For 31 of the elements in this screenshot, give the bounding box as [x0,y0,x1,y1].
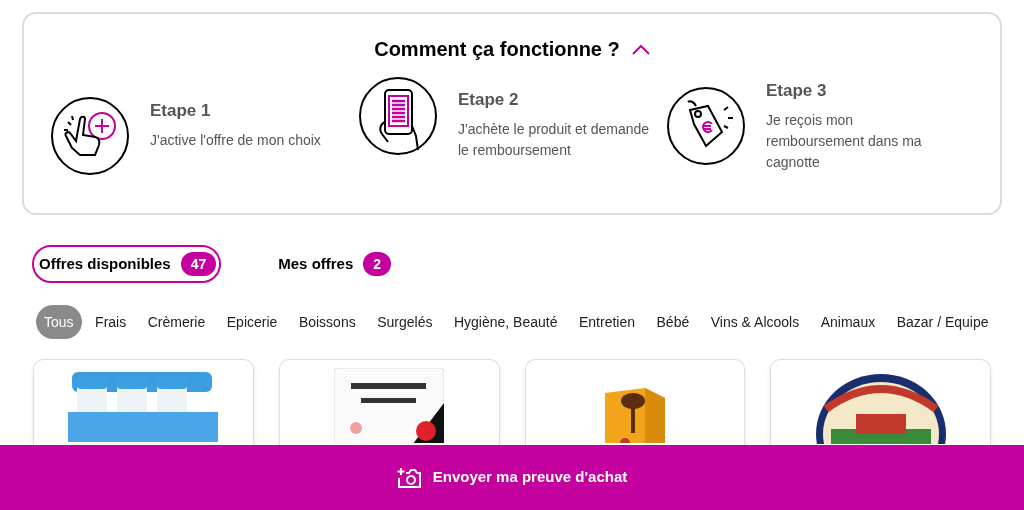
send-proof-button[interactable]: Envoyer ma preuve d'achat [396,466,628,489]
step-description: Je reçois mon remboursement dans ma cagnotte [766,111,923,172]
category-chip[interactable]: Vins & Alcools [702,305,808,339]
category-chip[interactable]: Surgelés [369,305,441,339]
product-card[interactable] [524,359,746,445]
offer-tab[interactable]: Offres disponibles 47 [32,245,222,283]
category-chip[interactable]: Boissons [290,305,364,339]
price-tag-euro-icon [666,86,746,166]
category-chip[interactable]: Epicerie [218,305,286,339]
step-title: Etape 3 [766,80,828,102]
step-description: J'achète le produit et demande le remboursement [458,120,651,160]
section-title: Comment ça fonctionne ? [374,37,620,62]
step-title: Etape 2 [458,89,520,111]
count-badge: 47 [180,252,217,276]
product-card[interactable] [278,359,500,445]
category-chip[interactable]: Frais [87,305,135,339]
chevron-up-icon[interactable] [631,43,650,55]
hand-tap-plus-icon [50,96,130,176]
offer-tab[interactable]: Mes offres 2 [271,245,397,283]
product-card[interactable] [770,359,991,445]
camera-add-icon [396,466,421,489]
category-chip[interactable]: Entretien [571,305,644,339]
step-description: J'active l'offre de mon choix [150,131,321,150]
category-chip[interactable]: Crèmerie [139,305,214,339]
category-chip[interactable]: Hygiène, Beauté [445,305,566,339]
category-chip[interactable]: Bébé [648,305,698,339]
count-badge: 2 [363,252,392,276]
category-chip[interactable]: Animaux [812,305,884,339]
step-title: Etape 1 [150,100,212,122]
category-chip[interactable]: Bazar / Equipe [888,305,997,339]
hand-phone-icon [358,76,438,156]
